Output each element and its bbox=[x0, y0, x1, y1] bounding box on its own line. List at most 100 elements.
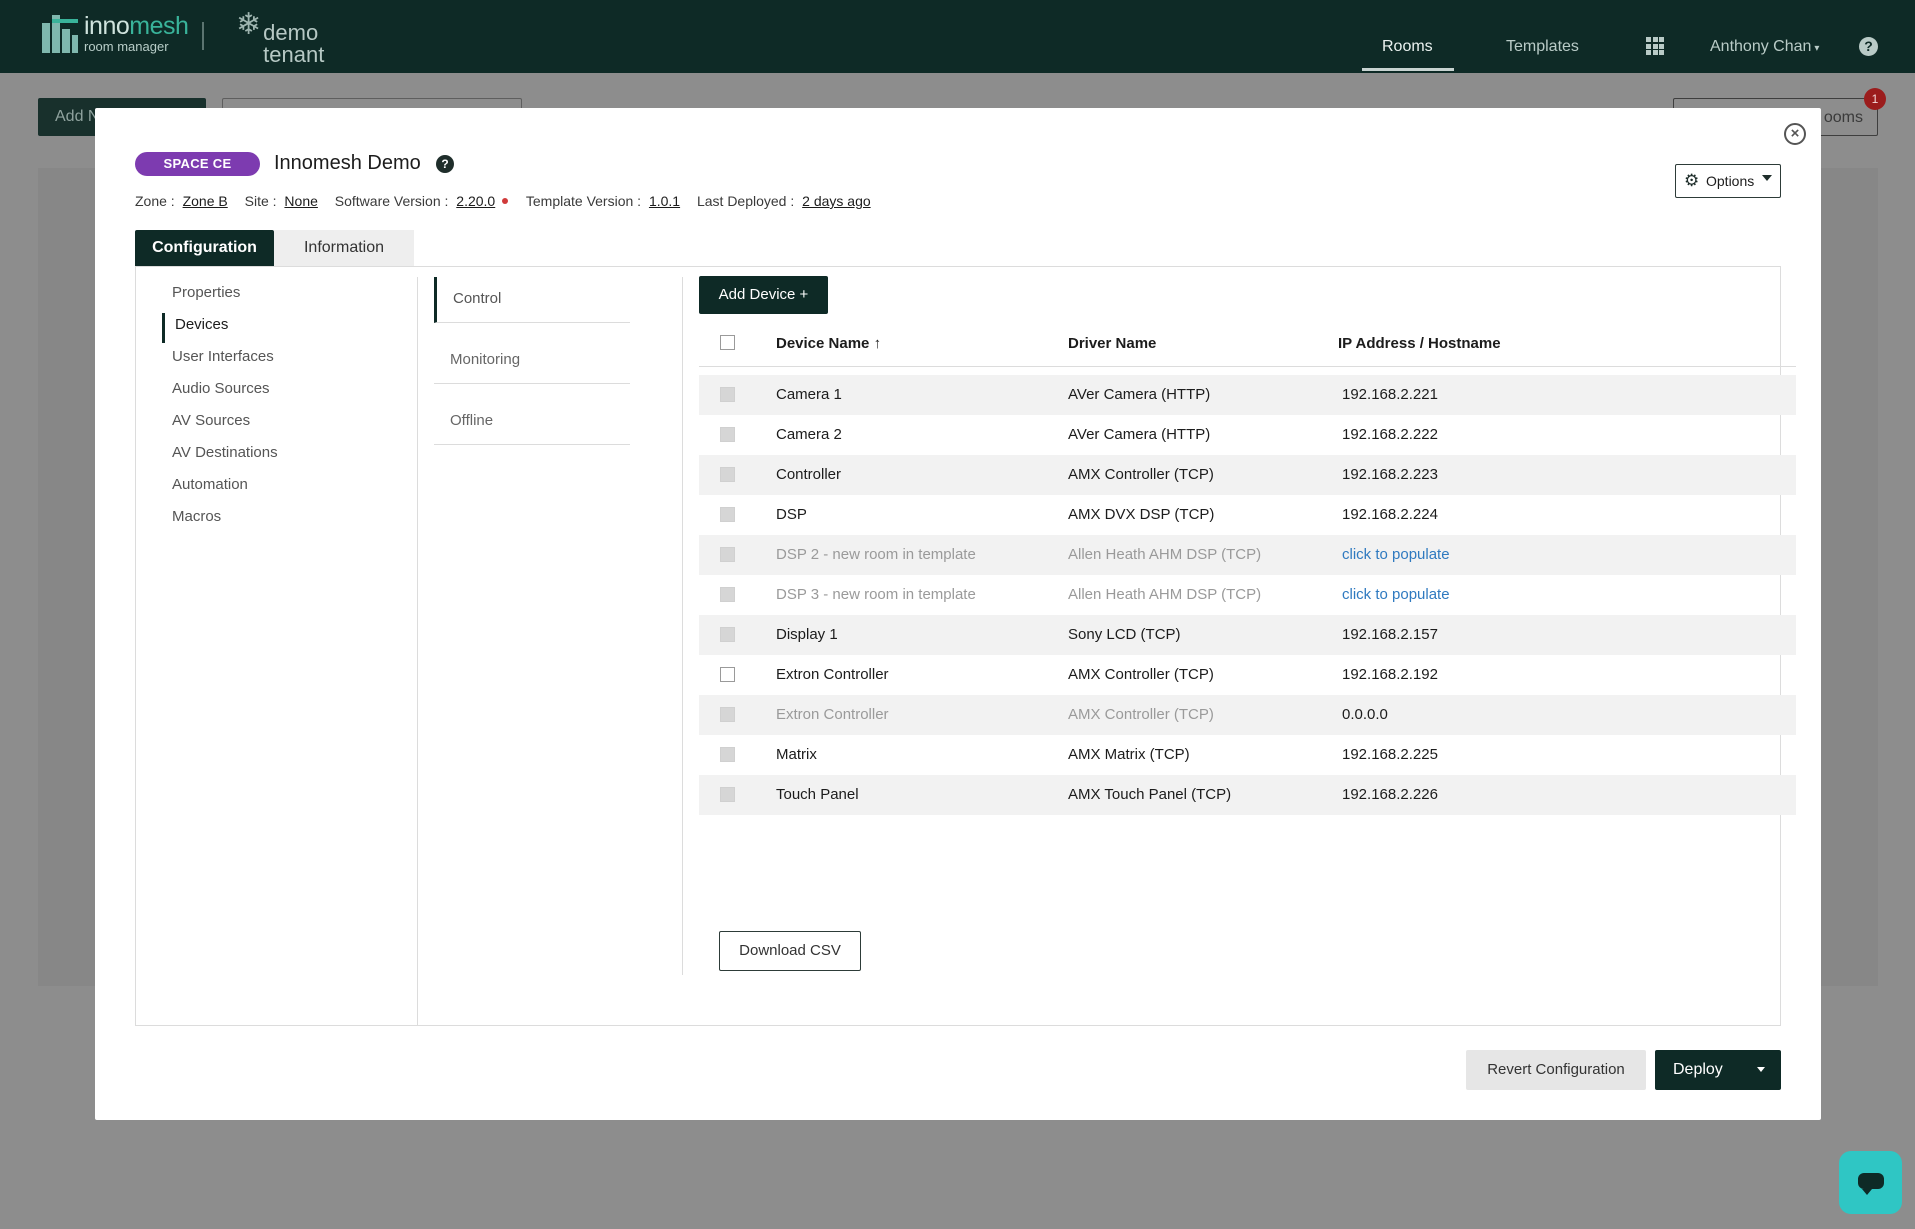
driver-name-cell: AVer Camera (HTTP) bbox=[1068, 426, 1211, 443]
table-row[interactable]: Controller AMX Controller (TCP) 192.168.… bbox=[699, 455, 1796, 495]
sidebar-item-macros[interactable]: Macros bbox=[172, 508, 221, 525]
device-name-cell[interactable]: Touch Panel bbox=[776, 786, 859, 803]
category-divider bbox=[682, 277, 683, 975]
device-name-cell[interactable]: Controller bbox=[776, 466, 841, 483]
row-checkbox bbox=[720, 547, 735, 562]
tab-configuration[interactable]: Configuration bbox=[135, 230, 274, 266]
template-version-label: Template Version : bbox=[525, 193, 642, 209]
innomesh-logo[interactable]: innomesh room manager bbox=[42, 12, 189, 54]
last-deployed-link[interactable]: 2 days ago bbox=[802, 193, 871, 209]
device-table-header: Device Name ↑ Driver Name IP Address / H… bbox=[699, 335, 1796, 355]
driver-name-cell: AMX Controller (TCP) bbox=[1068, 666, 1214, 683]
logo-divider bbox=[202, 22, 204, 50]
deploy-dropdown-caret-icon[interactable] bbox=[1757, 1067, 1765, 1072]
row-checkbox bbox=[720, 387, 735, 402]
chat-support-button[interactable] bbox=[1839, 1151, 1902, 1214]
row-checkbox bbox=[720, 507, 735, 522]
table-row[interactable]: DSP 2 - new room in template Allen Heath… bbox=[699, 535, 1796, 575]
device-name-cell[interactable]: DSP 2 - new room in template bbox=[776, 546, 976, 563]
click-to-populate-link[interactable]: click to populate bbox=[1342, 546, 1450, 563]
caret-down-icon: ▾ bbox=[1814, 43, 1820, 54]
column-device-name[interactable]: Device Name ↑ bbox=[776, 335, 881, 352]
sidebar-active-indicator bbox=[162, 313, 165, 343]
sidebar-item-av-destinations[interactable]: AV Destinations bbox=[172, 444, 278, 461]
table-row[interactable]: DSP 3 - new room in template Allen Heath… bbox=[699, 575, 1796, 615]
help-icon[interactable]: ? bbox=[1859, 37, 1878, 56]
device-name-cell[interactable]: DSP bbox=[776, 506, 807, 523]
apps-grid-icon[interactable] bbox=[1646, 37, 1664, 55]
room-meta-line: Zone : Zone B Site : None Software Versi… bbox=[135, 193, 884, 209]
download-csv-button[interactable]: Download CSV bbox=[719, 931, 861, 971]
table-row[interactable]: Camera 1 AVer Camera (HTTP) 192.168.2.22… bbox=[699, 375, 1796, 415]
table-row[interactable]: DSP AMX DVX DSP (TCP) 192.168.2.224 bbox=[699, 495, 1796, 535]
update-available-dot-icon bbox=[502, 198, 509, 205]
driver-name-cell: Sony LCD (TCP) bbox=[1068, 626, 1181, 643]
table-row[interactable]: Display 1 Sony LCD (TCP) 192.168.2.157 bbox=[699, 615, 1796, 655]
user-menu[interactable]: Anthony Chan ▾ bbox=[1710, 38, 1819, 56]
ip-address-cell: 192.168.2.157 bbox=[1342, 626, 1438, 643]
click-to-populate-link[interactable]: click to populate bbox=[1342, 586, 1450, 603]
software-version-link[interactable]: 2.20.0 bbox=[456, 193, 495, 209]
top-nav-bar: innomesh room manager ❄ demo tenant Room… bbox=[0, 0, 1915, 73]
add-device-button[interactable]: Add Device + bbox=[699, 276, 828, 314]
driver-name-cell: AMX Controller (TCP) bbox=[1068, 466, 1214, 483]
device-name-cell[interactable]: Camera 2 bbox=[776, 426, 842, 443]
category-monitoring[interactable]: Monitoring bbox=[434, 338, 630, 384]
sidebar-item-audio-sources[interactable]: Audio Sources bbox=[172, 380, 270, 397]
site-link[interactable]: None bbox=[284, 193, 317, 209]
software-version-label: Software Version : bbox=[334, 193, 449, 209]
question-help-icon[interactable]: ? bbox=[436, 155, 454, 173]
table-row[interactable]: Camera 2 AVer Camera (HTTP) 192.168.2.22… bbox=[699, 415, 1796, 455]
innomesh-logo-mark-icon bbox=[42, 14, 78, 53]
device-name-cell[interactable]: Extron Controller bbox=[776, 706, 889, 723]
ip-address-cell: 192.168.2.223 bbox=[1342, 466, 1438, 483]
sidebar-item-user-interfaces[interactable]: User Interfaces bbox=[172, 348, 274, 365]
device-name-cell[interactable]: Matrix bbox=[776, 746, 817, 763]
gear-icon: ⚙ bbox=[1684, 171, 1700, 190]
device-name-cell[interactable]: Display 1 bbox=[776, 626, 838, 643]
zone-label: Zone : bbox=[135, 193, 175, 209]
row-checkbox bbox=[720, 427, 735, 442]
sidebar-item-devices[interactable]: Devices bbox=[175, 316, 228, 333]
room-type-badge: SPACE CE bbox=[135, 152, 260, 176]
close-icon[interactable]: × bbox=[1784, 123, 1806, 145]
column-driver-name[interactable]: Driver Name bbox=[1068, 335, 1156, 352]
sidebar-item-automation[interactable]: Automation bbox=[172, 476, 248, 493]
logo-subtitle: room manager bbox=[84, 39, 169, 54]
row-checkbox bbox=[720, 707, 735, 722]
nav-rooms[interactable]: Rooms bbox=[1382, 38, 1433, 56]
logo-word-a: inno bbox=[84, 12, 130, 40]
chat-bubble-icon bbox=[1858, 1173, 1884, 1195]
revert-configuration-button[interactable]: Revert Configuration bbox=[1466, 1050, 1646, 1090]
table-row[interactable]: Matrix AMX Matrix (TCP) 192.168.2.225 bbox=[699, 735, 1796, 775]
template-version-link[interactable]: 1.0.1 bbox=[649, 193, 680, 209]
zone-link[interactable]: Zone B bbox=[183, 193, 228, 209]
deploy-button[interactable]: Deploy bbox=[1655, 1050, 1781, 1090]
select-all-checkbox[interactable] bbox=[720, 335, 735, 350]
category-offline[interactable]: Offline bbox=[434, 399, 630, 445]
table-row[interactable]: Extron Controller AMX Controller (TCP) 1… bbox=[699, 655, 1796, 695]
table-row[interactable]: Touch Panel AMX Touch Panel (TCP) 192.16… bbox=[699, 775, 1796, 815]
nav-templates[interactable]: Templates bbox=[1506, 38, 1579, 56]
row-checkbox[interactable] bbox=[720, 667, 735, 682]
row-checkbox bbox=[720, 627, 735, 642]
row-checkbox bbox=[720, 467, 735, 482]
category-control[interactable]: Control bbox=[434, 277, 630, 323]
device-name-cell[interactable]: Extron Controller bbox=[776, 666, 889, 683]
device-name-cell[interactable]: Camera 1 bbox=[776, 386, 842, 403]
room-config-modal: × SPACE CE Innomesh Demo ? Zone : Zone B… bbox=[95, 108, 1821, 1120]
device-name-cell[interactable]: DSP 3 - new room in template bbox=[776, 586, 976, 603]
sidebar-item-properties[interactable]: Properties bbox=[172, 284, 240, 301]
driver-name-cell: Allen Heath AHM DSP (TCP) bbox=[1068, 586, 1262, 603]
options-dropdown-button[interactable]: ⚙ Options bbox=[1675, 164, 1781, 198]
user-name: Anthony Chan bbox=[1710, 38, 1812, 55]
tenant-snowflake-icon: ❄ bbox=[236, 8, 262, 41]
sidebar-item-av-sources[interactable]: AV Sources bbox=[172, 412, 250, 429]
table-row[interactable]: Extron Controller AMX Controller (TCP) 0… bbox=[699, 695, 1796, 735]
row-checkbox bbox=[720, 787, 735, 802]
driver-name-cell: AMX Touch Panel (TCP) bbox=[1068, 786, 1232, 803]
tab-information[interactable]: Information bbox=[274, 230, 414, 266]
column-ip-address[interactable]: IP Address / Hostname bbox=[1338, 335, 1501, 352]
caret-down-icon bbox=[1762, 175, 1772, 181]
driver-name-cell: Allen Heath AHM DSP (TCP) bbox=[1068, 546, 1262, 563]
